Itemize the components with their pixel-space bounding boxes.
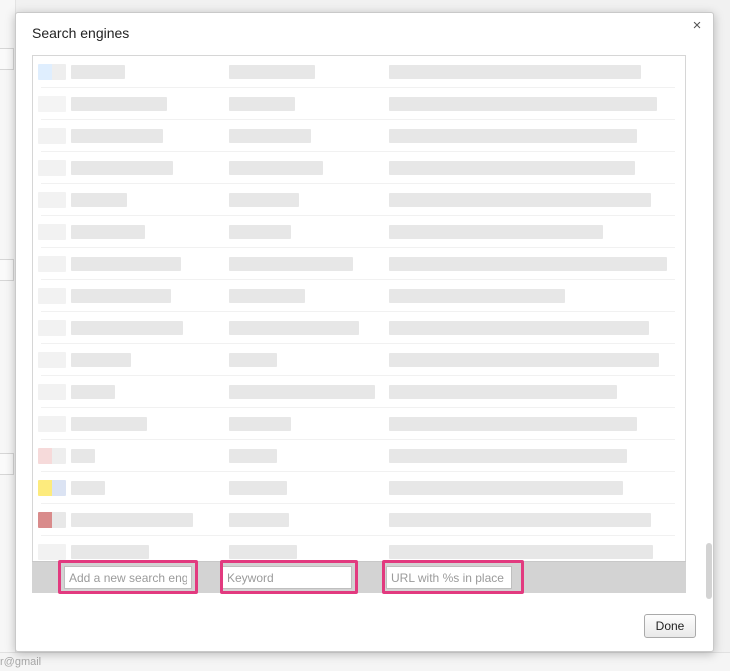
search-engine-url — [389, 289, 565, 303]
search-engine-keyword — [229, 257, 353, 271]
search-engine-favicon — [38, 128, 66, 144]
search-engine-row[interactable] — [33, 184, 683, 216]
background-footer-email: r@gmail — [0, 656, 42, 668]
search-engine-row[interactable] — [33, 248, 683, 280]
new-search-engine-url-input[interactable] — [386, 566, 512, 589]
search-engine-name — [71, 385, 115, 399]
search-engine-name — [71, 353, 131, 367]
search-engine-favicon — [38, 96, 66, 112]
search-engine-keyword — [229, 321, 359, 335]
search-engine-favicon — [38, 384, 66, 400]
search-engine-row[interactable] — [33, 280, 683, 312]
background-footer — [0, 652, 730, 671]
search-engine-keyword — [229, 545, 297, 559]
search-engine-row[interactable] — [33, 216, 683, 248]
search-engine-url — [389, 481, 623, 495]
search-engine-url — [389, 385, 617, 399]
search-engine-favicon — [38, 544, 66, 560]
search-engine-row[interactable] — [33, 408, 683, 440]
search-engine-favicon — [38, 224, 66, 240]
search-engine-name — [71, 65, 125, 79]
search-engine-row[interactable] — [33, 152, 683, 184]
search-engine-name — [71, 129, 163, 143]
search-engine-url — [389, 65, 641, 79]
search-engine-url — [389, 225, 603, 239]
search-engine-name — [71, 161, 173, 175]
search-engine-favicon — [38, 160, 66, 176]
search-engine-row[interactable] — [33, 120, 683, 152]
search-engine-name — [71, 225, 145, 239]
list-scrollbar-thumb[interactable] — [706, 543, 712, 599]
search-engine-url — [389, 353, 659, 367]
search-engine-name — [71, 545, 149, 559]
search-engine-url — [389, 449, 627, 463]
search-engine-keyword — [229, 225, 291, 239]
search-engine-url — [389, 545, 653, 559]
search-engine-url — [389, 257, 667, 271]
search-engine-keyword — [229, 97, 295, 111]
search-engine-keyword — [229, 449, 277, 463]
search-engine-row[interactable] — [33, 312, 683, 344]
search-engine-favicon — [38, 320, 66, 336]
search-engine-list[interactable] — [32, 55, 686, 569]
search-engine-row[interactable] — [33, 472, 683, 504]
search-engine-name — [71, 193, 127, 207]
search-engine-name — [71, 513, 193, 527]
search-engine-url — [389, 129, 637, 143]
search-engine-url — [389, 97, 657, 111]
search-engine-row[interactable] — [33, 440, 683, 472]
new-search-engine-name-input[interactable] — [64, 566, 192, 589]
search-engine-favicon — [38, 352, 66, 368]
search-engine-url — [389, 193, 651, 207]
search-engine-name — [71, 481, 105, 495]
new-search-engine-keyword-input[interactable] — [222, 566, 352, 589]
background-input-field[interactable] — [0, 259, 14, 281]
search-engine-row[interactable] — [33, 344, 683, 376]
search-engine-keyword — [229, 193, 299, 207]
search-engine-favicon — [38, 480, 66, 496]
search-engine-name — [71, 449, 95, 463]
search-engine-name — [71, 97, 167, 111]
search-engine-favicon — [38, 512, 66, 528]
search-engine-keyword — [229, 481, 287, 495]
add-search-engine-row — [32, 561, 686, 593]
done-button[interactable]: Done — [644, 614, 696, 638]
search-engine-favicon — [38, 288, 66, 304]
search-engine-favicon — [38, 448, 66, 464]
search-engine-keyword — [229, 65, 315, 79]
search-engine-favicon — [38, 192, 66, 208]
search-engine-keyword — [229, 513, 289, 527]
search-engine-name — [71, 289, 171, 303]
search-engine-keyword — [229, 353, 277, 367]
search-engine-favicon — [38, 256, 66, 272]
search-engine-name — [71, 417, 147, 431]
search-engine-keyword — [229, 161, 323, 175]
search-engine-url — [389, 513, 651, 527]
search-engine-keyword — [229, 129, 311, 143]
list-scrollbar[interactable] — [703, 55, 713, 605]
search-engine-url — [389, 321, 649, 335]
dialog-title: Search engines — [32, 25, 130, 41]
search-engine-name — [71, 257, 181, 271]
search-engine-keyword — [229, 385, 375, 399]
search-engine-keyword — [229, 289, 305, 303]
search-engine-url — [389, 161, 635, 175]
search-engine-name — [71, 321, 183, 335]
background-input-field[interactable] — [0, 453, 14, 475]
background-input-field[interactable] — [0, 48, 14, 70]
search-engine-url — [389, 417, 637, 431]
close-icon[interactable]: × — [689, 18, 705, 34]
search-engine-row[interactable] — [33, 504, 683, 536]
search-engine-row[interactable] — [33, 88, 683, 120]
settings-page-left-edge — [0, 0, 16, 671]
search-engine-row[interactable] — [33, 56, 683, 88]
search-engines-dialog: Search engines × Add a new search engine… — [15, 12, 714, 652]
search-engine-favicon — [38, 64, 66, 80]
search-engine-row[interactable] — [33, 376, 683, 408]
search-engine-favicon — [38, 416, 66, 432]
search-engine-keyword — [229, 417, 291, 431]
